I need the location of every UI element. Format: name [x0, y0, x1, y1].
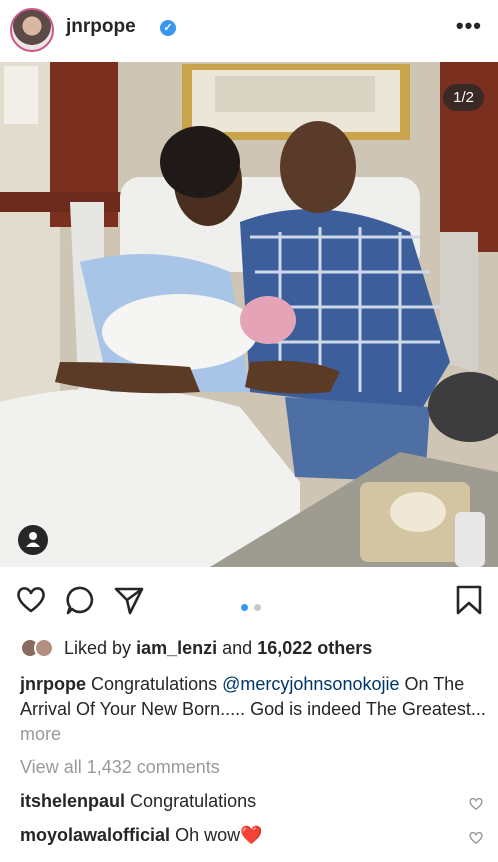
- post-header: jnrpope ✓ •••: [0, 0, 498, 58]
- comment-username[interactable]: moyolawalofficial: [20, 825, 170, 845]
- share-icon[interactable]: [112, 583, 146, 617]
- media-pagination-dots: [240, 598, 262, 616]
- hospital-photo: [0, 62, 498, 567]
- comment-text: Congratulations: [130, 791, 257, 811]
- likes-others[interactable]: 16,022 others: [257, 638, 372, 659]
- comment-row: moyolawalofficial Oh wow❤️: [20, 825, 460, 846]
- heart-icon[interactable]: [14, 583, 48, 617]
- caption-mention[interactable]: @mercyjohnsonokojie: [222, 674, 399, 694]
- caption-text-before: Congratulations: [91, 674, 218, 694]
- comment-like-heart-icon[interactable]: [468, 830, 484, 846]
- comment-username[interactable]: itshelenpaul: [20, 791, 125, 811]
- comment-emoji: ❤️: [240, 825, 263, 845]
- comment-row: itshelenpaul Congratulations: [20, 791, 460, 812]
- post-caption: jnrpope Congratulations @mercyjohnsonoko…: [20, 672, 490, 747]
- liker-avatar: [34, 638, 54, 658]
- media-dot-active: [241, 604, 248, 611]
- user-tag-glyph: [26, 532, 40, 547]
- media-dot-inactive: [254, 604, 262, 611]
- view-all-comments-link[interactable]: View all 1,432 comments: [20, 757, 220, 778]
- post-username[interactable]: jnrpope: [66, 16, 136, 38]
- verified-badge-icon: ✓: [160, 20, 176, 36]
- likes-summary[interactable]: Liked by iam_lenzi and 16,022 others: [20, 635, 372, 661]
- comment-text: Oh wow: [175, 825, 241, 845]
- user-tag-icon[interactable]: [18, 525, 48, 555]
- more-options-icon[interactable]: •••: [456, 15, 482, 37]
- bookmark-icon[interactable]: [452, 583, 486, 617]
- post-photo[interactable]: [0, 62, 498, 567]
- image-counter: 1/2: [443, 84, 484, 111]
- profile-avatar[interactable]: [10, 8, 54, 52]
- comment-like-heart-icon[interactable]: [468, 796, 484, 812]
- likes-and: and: [222, 637, 253, 658]
- likes-prefix: Liked by: [64, 637, 132, 658]
- caption-username[interactable]: jnrpope: [20, 674, 86, 694]
- caption-more-link[interactable]: more: [20, 724, 61, 744]
- comment-icon[interactable]: [64, 583, 98, 617]
- first-liker[interactable]: iam_lenzi: [136, 638, 217, 659]
- liker-avatars: [20, 637, 58, 659]
